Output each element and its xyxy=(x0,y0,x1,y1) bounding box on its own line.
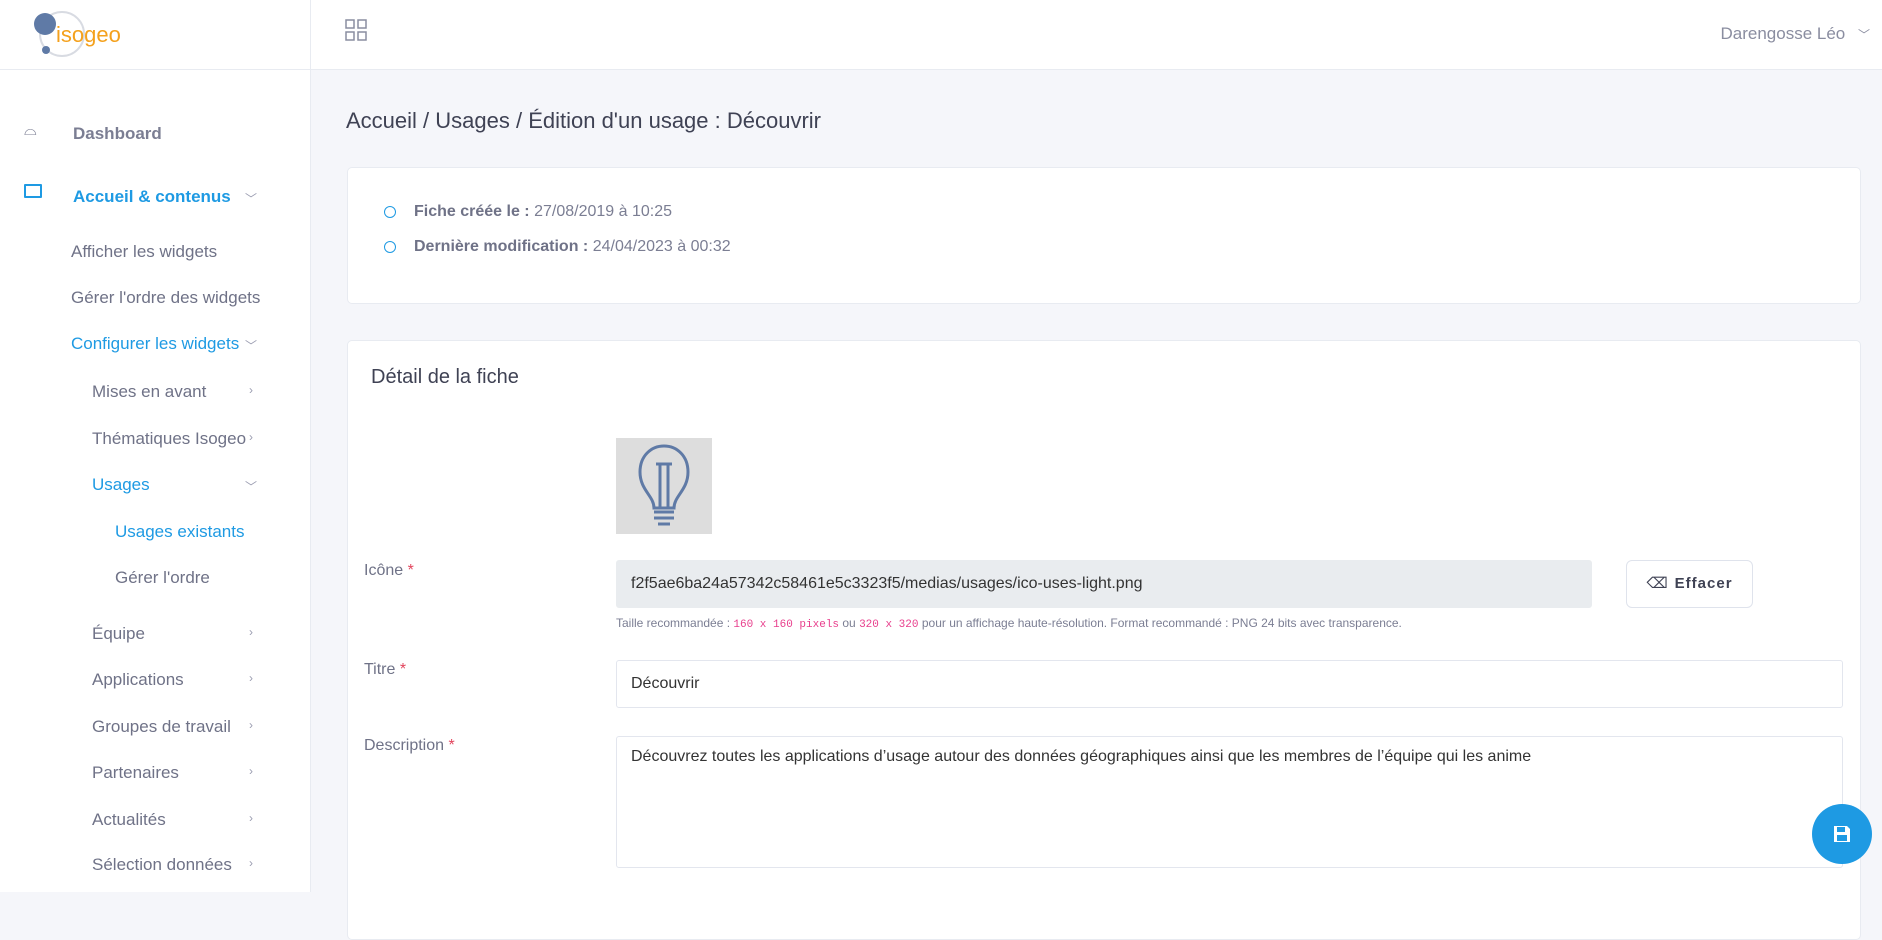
chevron-down-icon: ﹀ xyxy=(244,339,257,353)
sidebar-item-thematiques[interactable]: Thématiques Isogeo xyxy=(92,429,246,449)
sidebar-item-usages-existants[interactable]: Usages existants xyxy=(115,522,244,542)
chevron-right-icon: › xyxy=(249,811,253,825)
created-info: Fiche créée le : 27/08/2019 à 10:25 xyxy=(414,203,672,220)
chevron-right-icon: › xyxy=(249,671,253,685)
sidebar-item-configurer-widgets[interactable]: Configurer les widgets xyxy=(71,334,239,354)
svg-text:isogeo: isogeo xyxy=(56,22,121,47)
sidebar-item-usages[interactable]: Usages xyxy=(92,475,150,495)
bullet-icon xyxy=(384,206,396,218)
sidebar-item-gerer-ordre[interactable]: Gérer l'ordre xyxy=(115,568,210,588)
user-name: Darengosse Léo xyxy=(1720,24,1846,43)
chevron-down-icon: ﹀ xyxy=(1857,28,1870,42)
modified-info: Dernière modification : 24/04/2023 à 00:… xyxy=(414,238,731,255)
sidebar-item-applications[interactable]: Applications xyxy=(92,670,184,690)
lightbulb-icon xyxy=(638,444,690,526)
icon-help-text: Taille recommandée : 160 x 160 pixels ou… xyxy=(616,616,1402,631)
detail-title: Détail de la fiche xyxy=(371,366,519,388)
sidebar-item-selection-donnees[interactable]: Sélection données xyxy=(92,855,232,875)
sidebar-item-equipe[interactable]: Équipe xyxy=(92,624,145,644)
eraser-icon: ⌫ xyxy=(1646,575,1669,592)
floppy-disk-icon xyxy=(1834,826,1850,842)
title-input[interactable]: Découvrir xyxy=(616,660,1843,708)
chevron-right-icon: › xyxy=(249,625,253,639)
chevron-right-icon: › xyxy=(249,764,253,778)
top-header: Darengosse Léo ﹀ xyxy=(311,0,1882,70)
chevron-right-icon: › xyxy=(249,856,253,870)
clear-button[interactable]: ⌫ Effacer xyxy=(1626,560,1753,608)
chevron-right-icon: › xyxy=(249,718,253,732)
sidebar-item-afficher-widgets[interactable]: Afficher les widgets xyxy=(71,242,217,262)
meta-card: Fiche créée le : 27/08/2019 à 10:25 Dern… xyxy=(347,167,1861,304)
sidebar-item-mises-en-avant[interactable]: Mises en avant xyxy=(92,382,206,402)
icon-path-input[interactable]: f2f5ae6ba24a57342c58461e5c3323f5/medias/… xyxy=(616,560,1592,608)
dashboard-icon: ⌓ xyxy=(24,122,37,139)
save-button[interactable] xyxy=(1812,804,1872,864)
sidebar-item-partenaires[interactable]: Partenaires xyxy=(92,763,179,783)
description-label: Description * xyxy=(364,737,455,754)
chevron-down-icon: ﹀ xyxy=(244,480,257,494)
chevron-right-icon: › xyxy=(249,430,253,444)
sidebar-item-dashboard[interactable]: Dashboard xyxy=(73,124,162,144)
icon-preview xyxy=(616,438,712,534)
presentation-icon xyxy=(24,184,42,198)
bullet-icon xyxy=(384,241,396,253)
sidebar-item-accueil[interactable]: Accueil & contenus xyxy=(73,187,231,207)
sidebar-item-gerer-ordre-widgets[interactable]: Gérer l'ordre des widgets xyxy=(71,288,260,308)
icon-label: Icône * xyxy=(364,562,414,579)
chevron-down-icon: ﹀ xyxy=(244,192,257,206)
sidebar-item-actualites[interactable]: Actualités xyxy=(92,810,166,830)
sidebar-item-groupes[interactable]: Groupes de travail xyxy=(92,717,231,737)
breadcrumb: Accueil / Usages / Édition d'un usage : … xyxy=(346,108,821,133)
isogeo-logo[interactable]: isogeo xyxy=(0,0,311,70)
user-menu[interactable]: Darengosse Léo ﹀ xyxy=(1720,24,1870,44)
sidebar: isogeo ⌓ Dashboard Accueil & contenus ﹀ … xyxy=(0,0,311,892)
chevron-right-icon: › xyxy=(249,383,253,397)
title-label: Titre * xyxy=(364,661,407,678)
apps-grid-icon[interactable] xyxy=(345,19,367,41)
description-textarea[interactable]: Découvrez toutes les applications d’usag… xyxy=(616,736,1843,868)
